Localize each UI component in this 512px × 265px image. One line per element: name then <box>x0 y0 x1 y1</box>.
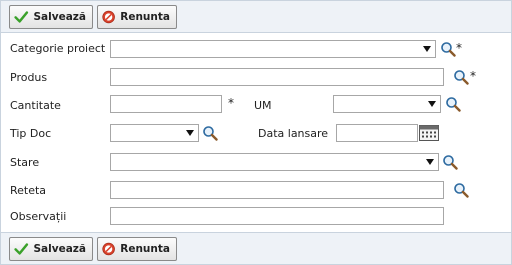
data-lansare-label: Data lansare <box>258 127 329 140</box>
cancel-icon <box>102 242 115 256</box>
search-icon[interactable] <box>442 154 458 170</box>
reteta-label: Reteta <box>10 184 47 197</box>
save-button[interactable]: Salvează <box>9 237 93 261</box>
top-toolbar: Salvează Renunta <box>1 1 511 33</box>
cantitate-field[interactable] <box>110 95 222 113</box>
um-label: UM <box>254 99 272 112</box>
reteta-field[interactable] <box>110 181 444 199</box>
check-icon <box>14 11 29 23</box>
chevron-down-icon <box>428 101 436 107</box>
cancel-button[interactable]: Renunta <box>97 5 177 29</box>
check-icon <box>14 243 29 255</box>
chevron-down-icon <box>426 159 434 165</box>
required-mark: * <box>470 69 476 83</box>
produs-label: Produs <box>10 71 48 84</box>
search-icon[interactable] <box>202 125 218 141</box>
save-button-label: Salvează <box>33 11 87 23</box>
save-button[interactable]: Salvează <box>9 5 93 29</box>
cancel-button[interactable]: Renunta <box>97 237 177 261</box>
search-icon[interactable] <box>440 41 456 57</box>
categorie-label: Categorie proiect <box>10 42 106 55</box>
chevron-down-icon <box>423 46 431 52</box>
tip-doc-select[interactable] <box>110 124 199 142</box>
save-button-label: Salvează <box>33 243 87 255</box>
observatii-label: Observații <box>10 210 67 223</box>
calendar-icon[interactable] <box>419 125 439 141</box>
stare-select[interactable] <box>110 153 439 171</box>
cancel-button-label: Renunta <box>120 243 170 255</box>
cantitate-label: Cantitate <box>10 99 61 112</box>
required-mark: * <box>456 41 462 55</box>
search-icon[interactable] <box>453 182 469 198</box>
um-select[interactable] <box>333 95 441 113</box>
observatii-field[interactable] <box>110 207 444 225</box>
cancel-button-label: Renunta <box>120 11 170 23</box>
categorie-select[interactable] <box>110 40 436 58</box>
tip-doc-label: Tip Doc <box>10 127 52 140</box>
stare-label: Stare <box>10 156 40 169</box>
required-mark: * <box>228 96 234 110</box>
search-icon[interactable] <box>445 96 461 112</box>
cancel-icon <box>102 10 115 24</box>
produs-field[interactable] <box>110 68 444 86</box>
search-icon[interactable] <box>453 69 469 85</box>
data-lansare-field[interactable] <box>336 124 418 142</box>
bottom-toolbar: Salvează Renunta <box>1 232 511 264</box>
chevron-down-icon <box>186 130 194 136</box>
